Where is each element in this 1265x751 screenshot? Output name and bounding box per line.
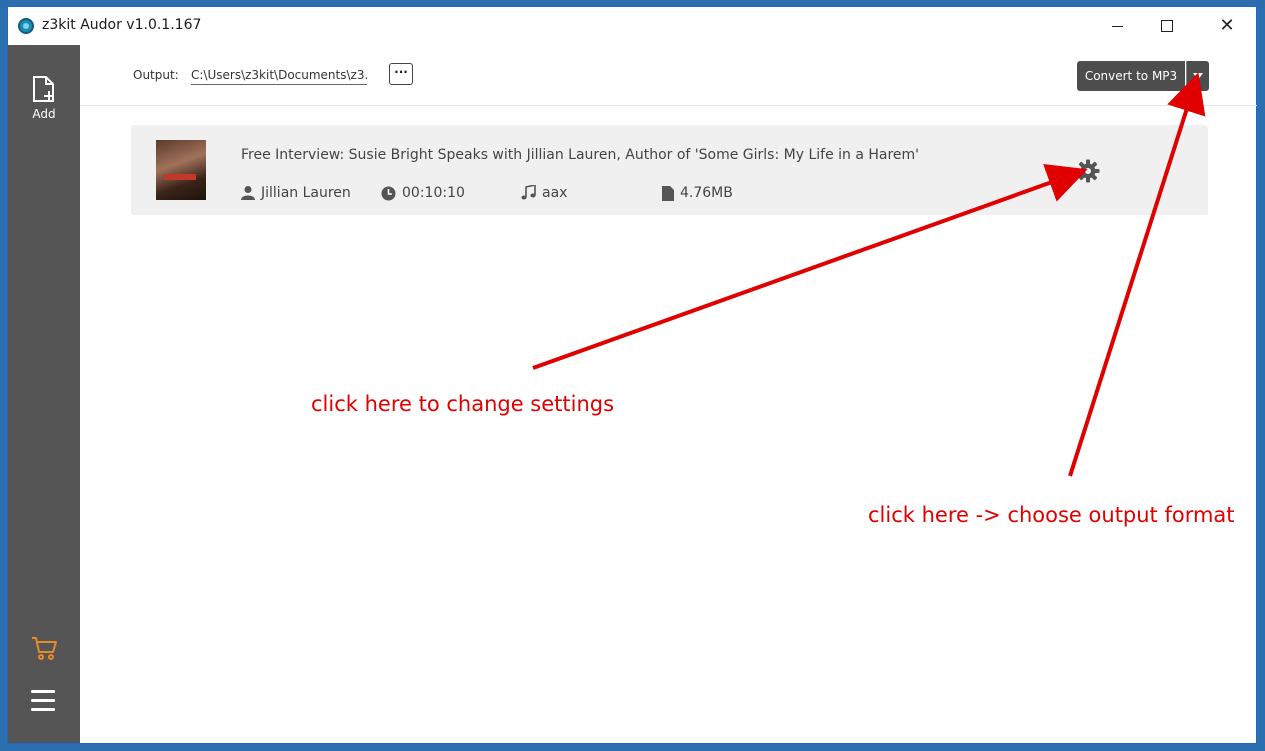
settings-annotation: click here to change settings (311, 392, 615, 416)
format-annotation: click here -> choose output format (868, 503, 1235, 527)
format-arrow (1068, 72, 1206, 477)
annotation-arrows (532, 72, 1206, 477)
settings-arrow (532, 163, 1088, 370)
